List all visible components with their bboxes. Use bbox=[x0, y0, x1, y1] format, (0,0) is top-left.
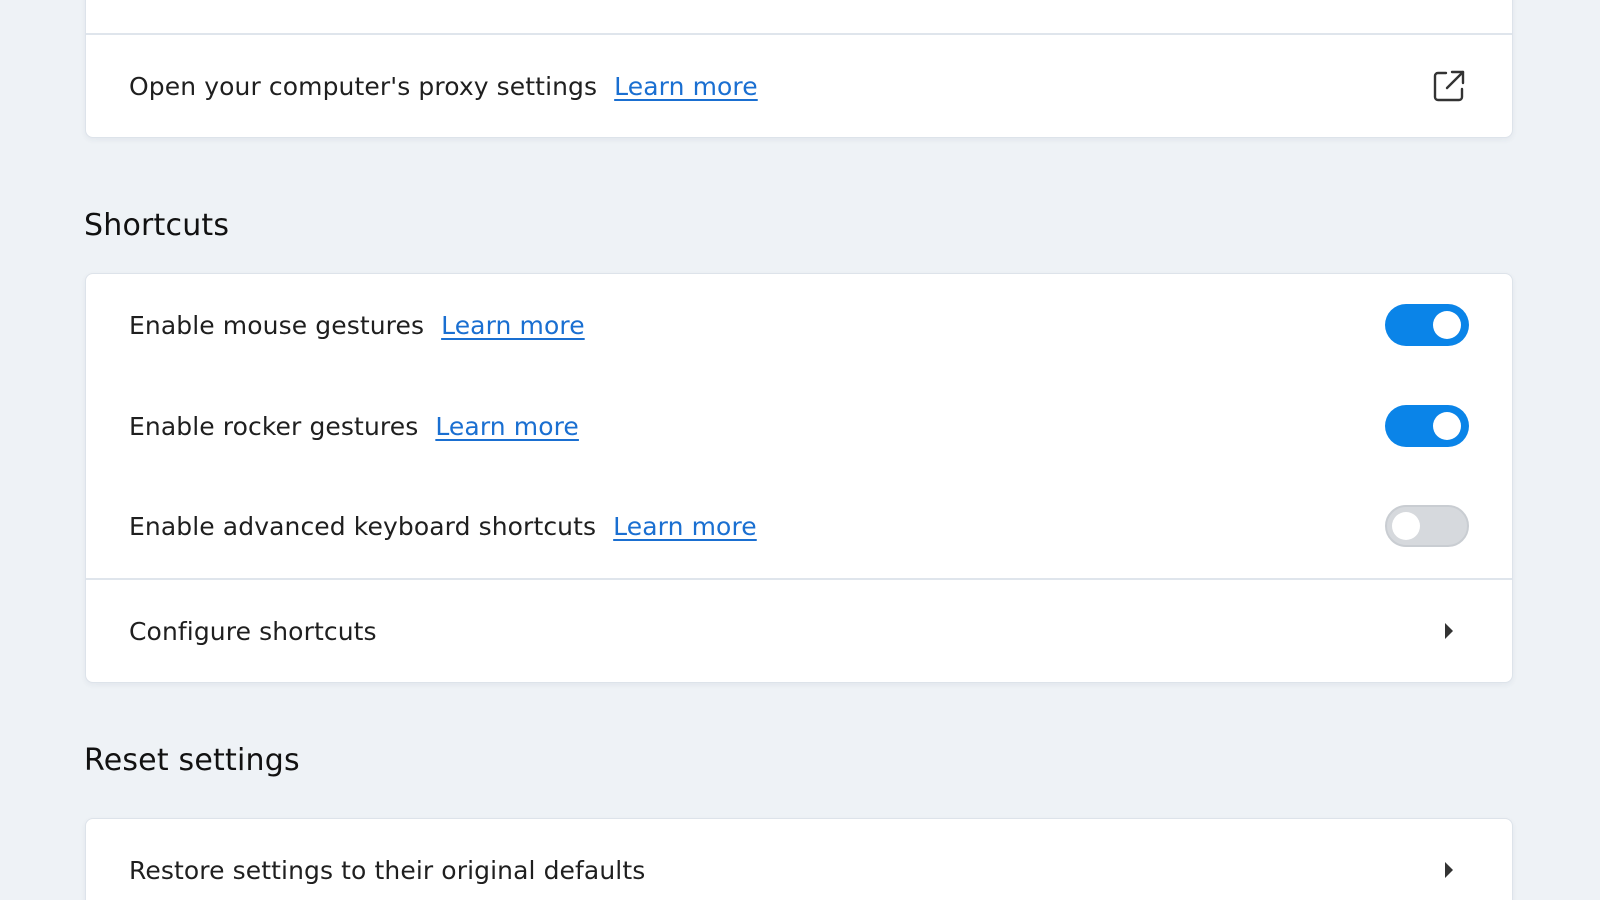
reset-section-title: Reset settings bbox=[84, 743, 300, 778]
mouse-gestures-learn-more-link[interactable]: Learn more bbox=[441, 311, 585, 340]
toggle-knob bbox=[1392, 512, 1420, 540]
proxy-settings-label: Open your computer's proxy settings bbox=[129, 71, 598, 101]
mouse-gestures-toggle[interactable] bbox=[1385, 304, 1469, 346]
mouse-gestures-label: Enable mouse gestures bbox=[129, 310, 425, 340]
network-card: Open your computer's proxy settings Lear… bbox=[85, 0, 1513, 138]
external-link-icon[interactable] bbox=[1429, 66, 1469, 106]
rocker-gestures-toggle[interactable] bbox=[1385, 405, 1469, 447]
configure-shortcuts-row[interactable]: Configure shortcuts bbox=[86, 580, 1512, 682]
rocker-gestures-row: Enable rocker gestures Learn more bbox=[86, 376, 1512, 476]
advanced-keyboard-shortcuts-learn-more-link[interactable]: Learn more bbox=[613, 512, 757, 541]
advanced-keyboard-shortcuts-row: Enable advanced keyboard shortcuts Learn… bbox=[86, 476, 1512, 576]
settings-page: Open your computer's proxy settings Lear… bbox=[0, 0, 1600, 900]
chevron-right-icon bbox=[1429, 850, 1469, 890]
mouse-gestures-row: Enable mouse gestures Learn more bbox=[86, 274, 1512, 376]
configure-shortcuts-label: Configure shortcuts bbox=[129, 616, 377, 646]
proxy-settings-row[interactable]: Open your computer's proxy settings Lear… bbox=[86, 35, 1512, 137]
toggle-knob bbox=[1433, 311, 1461, 339]
rocker-gestures-label: Enable rocker gestures bbox=[129, 411, 419, 441]
reset-card: Restore settings to their original defau… bbox=[85, 818, 1513, 900]
proxy-learn-more-link[interactable]: Learn more bbox=[614, 72, 758, 101]
advanced-keyboard-shortcuts-toggle[interactable] bbox=[1385, 505, 1469, 547]
toggle-knob bbox=[1433, 412, 1461, 440]
restore-defaults-label: Restore settings to their original defau… bbox=[129, 855, 646, 885]
chevron-right-icon bbox=[1429, 611, 1469, 651]
shortcuts-card: Enable mouse gestures Learn more Enable … bbox=[85, 273, 1513, 683]
rocker-gestures-learn-more-link[interactable]: Learn more bbox=[435, 412, 579, 441]
restore-defaults-row[interactable]: Restore settings to their original defau… bbox=[86, 819, 1512, 900]
shortcuts-section-title: Shortcuts bbox=[84, 208, 230, 243]
advanced-keyboard-shortcuts-label: Enable advanced keyboard shortcuts bbox=[129, 511, 597, 541]
